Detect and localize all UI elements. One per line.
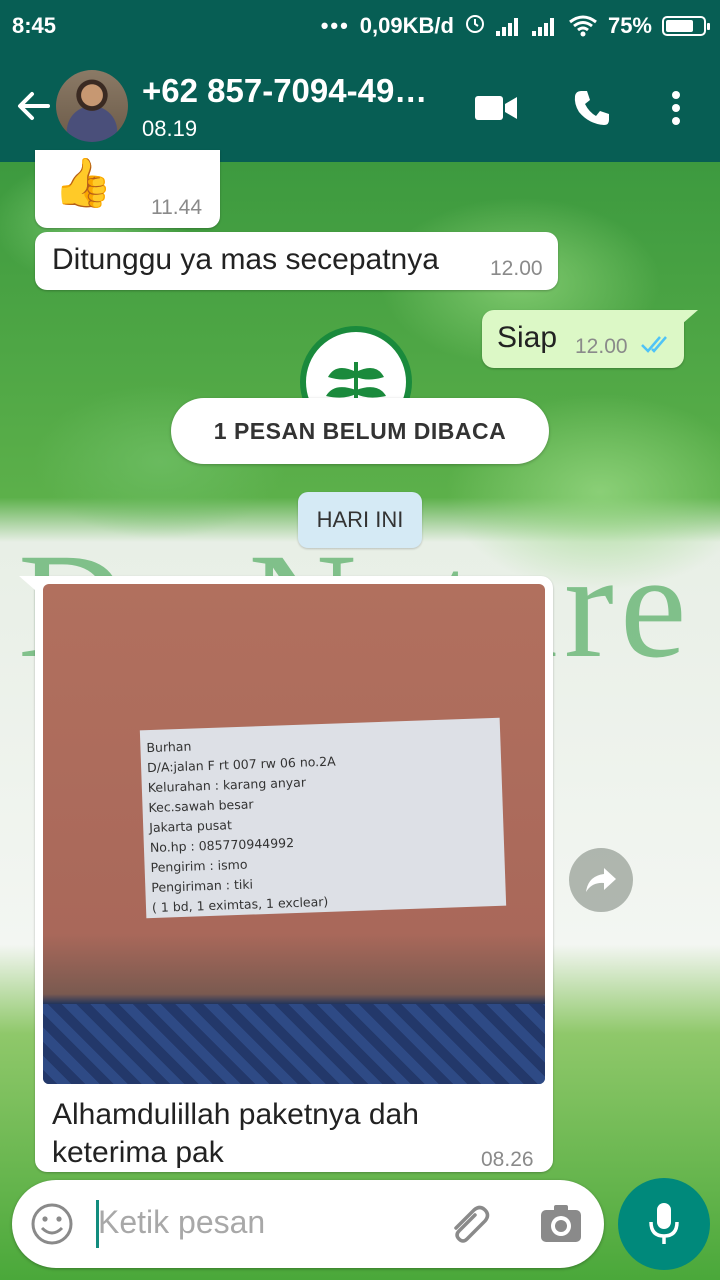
message-time: 08.26 xyxy=(481,1148,534,1171)
last-seen: 08.19 xyxy=(142,116,198,141)
signal-icon-1 xyxy=(495,16,522,36)
battery-percent: 75% xyxy=(607,13,652,38)
date-chip: HARI INI xyxy=(298,492,422,548)
battery-icon xyxy=(662,16,710,36)
battery-fill xyxy=(666,20,693,32)
package-photo[interactable]: Burhan D/A:jalan F rt 007 rw 06 no.2A Ke… xyxy=(43,584,545,1084)
message-bubble-incoming[interactable]: Ditunggu ya mas secepatnya 12.00 xyxy=(35,232,558,290)
forward-button[interactable] xyxy=(569,848,633,912)
attach-paperclip-icon[interactable] xyxy=(448,1202,496,1251)
shipping-label: Burhan D/A:jalan F rt 007 rw 06 no.2A Ke… xyxy=(139,717,507,919)
microphone-icon xyxy=(649,1203,679,1244)
message-text: Ditunggu ya mas secepatnya xyxy=(52,243,439,276)
message-bubble-outgoing[interactable]: Siap 12.00 xyxy=(482,310,684,368)
forward-icon xyxy=(586,868,616,892)
signal-icon-2 xyxy=(531,16,558,36)
photo-floor-mat xyxy=(43,1004,545,1084)
message-text: Siap xyxy=(497,321,558,354)
status-time: 8:45 xyxy=(12,13,57,38)
status-right: ••• 0,09KB/d 75% xyxy=(320,12,710,40)
message-time: 11.44 xyxy=(151,196,202,219)
status-bar: 8:45 ••• 0,09KB/d 75% xyxy=(0,0,720,50)
unread-messages-banner: 1 PESAN BELUM DIBACA xyxy=(171,398,549,464)
video-call-icon[interactable] xyxy=(472,84,520,132)
message-time: 12.00 xyxy=(490,257,543,280)
photo-caption-line2: keterima pak xyxy=(52,1136,224,1169)
emoji-icon[interactable] xyxy=(30,1202,74,1251)
message-time: 12.00 xyxy=(575,335,628,358)
contact-name[interactable]: +62 857-7094-49… xyxy=(142,72,427,110)
status-dots: ••• xyxy=(320,13,350,38)
back-arrow-icon[interactable] xyxy=(14,86,54,126)
double-check-read-icon xyxy=(640,334,672,359)
camera-icon[interactable] xyxy=(540,1204,582,1249)
alarm-icon xyxy=(464,12,486,40)
message-bubble-thumbs[interactable]: 👍 11.44 xyxy=(35,150,220,228)
more-options-icon[interactable] xyxy=(652,84,700,132)
bubble-tail xyxy=(19,576,35,590)
mic-button[interactable] xyxy=(618,1178,710,1270)
phone-call-icon[interactable] xyxy=(568,84,616,132)
network-speed: 0,09KB/d xyxy=(359,13,454,38)
message-input-placeholder[interactable]: Ketik pesan xyxy=(98,1204,265,1241)
chat-header: +62 857-7094-49… 08.19 xyxy=(0,50,720,162)
wifi-icon xyxy=(568,15,598,37)
photo-caption-line1: Alhamdulillah paketnya dah xyxy=(52,1098,419,1131)
thumbs-up-emoji: 👍 xyxy=(53,157,113,210)
bubble-tail xyxy=(682,310,698,324)
avatar[interactable] xyxy=(56,70,128,142)
